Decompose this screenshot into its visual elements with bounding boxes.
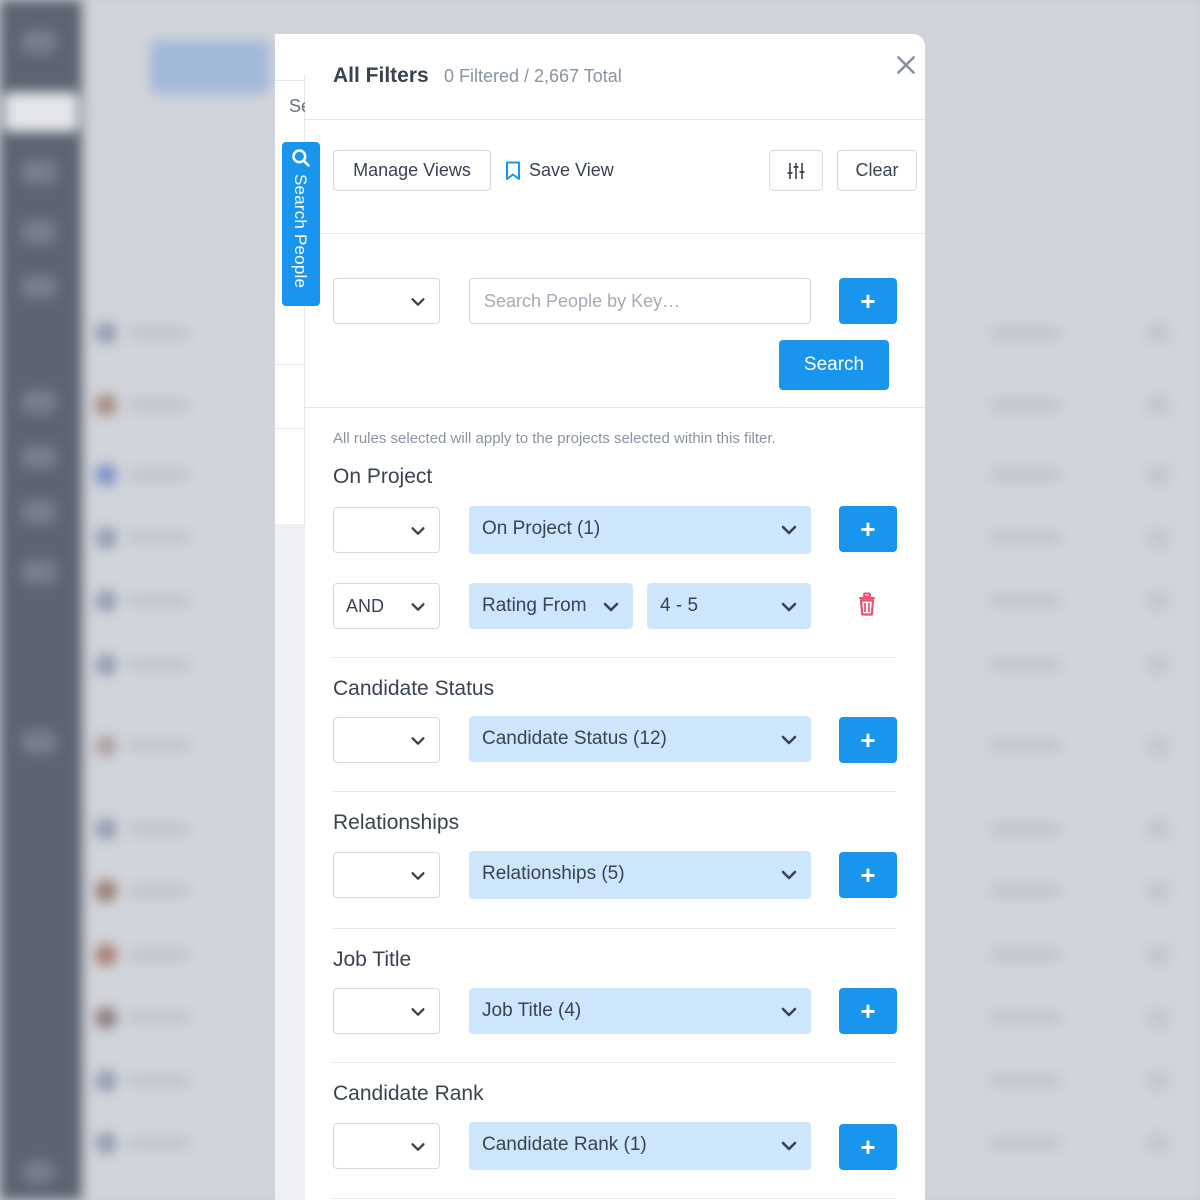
modal-title: All Filters (333, 64, 429, 87)
chevron-down-icon (411, 872, 425, 880)
section-divider (333, 1062, 896, 1063)
chevron-down-icon (411, 527, 425, 535)
sidebar-icon (22, 445, 56, 469)
rule-operator-value: AND (346, 596, 385, 616)
sidebar-active-item (4, 92, 78, 132)
all-filters-modal: All Filters 0 Filtered / 2,667 Total Man… (305, 34, 925, 1200)
section-divider (333, 657, 896, 658)
candidate-status-value: Candidate Status (12) (482, 728, 667, 749)
clear-button[interactable]: Clear (837, 150, 917, 191)
candidate-status-select[interactable]: Candidate Status (12) (469, 716, 811, 762)
sidebar-icon (22, 390, 56, 414)
relationships-select[interactable]: Relationships (5) (469, 851, 811, 899)
sidebar-icon (22, 275, 56, 299)
add-candidate-status-button[interactable]: + (839, 717, 897, 763)
search-people-label: Search People (291, 174, 310, 289)
job-title-select[interactable]: Job Title (4) (469, 988, 811, 1034)
add-candidate-rank-button[interactable]: + (839, 1124, 897, 1170)
rating-from-value: Rating From (482, 595, 587, 616)
chevron-down-icon (781, 602, 797, 612)
candidate-rank-select[interactable]: Candidate Rank (1) (469, 1122, 811, 1170)
chevron-down-icon (781, 1007, 797, 1017)
candidate-status-operator-select[interactable] (333, 717, 440, 763)
chevron-down-icon (411, 298, 425, 306)
candidate-rank-value: Candidate Rank (1) (482, 1134, 647, 1155)
section-title-job-title: Job Title (333, 948, 412, 971)
sidebar-icon (22, 730, 56, 754)
chevron-down-icon (781, 1141, 797, 1151)
section-title-candidate-status: Candidate Status (333, 677, 495, 700)
sidebar-icon (22, 220, 56, 244)
job-title-value: Job Title (4) (482, 1000, 582, 1021)
sliders-icon (787, 162, 805, 179)
chevron-down-icon (411, 603, 425, 611)
filter-toolbar: Manage Views Save View Clear (305, 120, 925, 234)
bookmark-icon (506, 161, 520, 180)
search-people-tab[interactable]: Search People (282, 142, 320, 306)
sidebar-icon (22, 160, 56, 184)
sidebar-icon (22, 500, 56, 524)
filter-note: All rules selected will apply to the pro… (333, 430, 776, 447)
section-divider (333, 928, 896, 929)
section-divider (333, 791, 896, 792)
search-button[interactable]: Search (779, 340, 889, 390)
app-sidebar (0, 0, 82, 1200)
sidebar-icon (22, 30, 56, 54)
rating-range-select[interactable]: 4 - 5 (647, 583, 811, 629)
close-icon[interactable] (893, 52, 919, 78)
rule-operator-select[interactable]: AND (333, 583, 440, 629)
divider (275, 428, 304, 429)
add-search-button[interactable]: + (839, 278, 897, 324)
divider (275, 364, 304, 365)
divider (275, 80, 304, 81)
on-project-value: On Project (1) (482, 518, 601, 539)
chevron-down-icon (411, 1143, 425, 1151)
on-project-select[interactable]: On Project (1) (469, 506, 811, 554)
manage-views-button[interactable]: Manage Views (333, 150, 491, 191)
rating-from-select[interactable]: Rating From (469, 583, 633, 629)
chevron-down-icon (603, 602, 619, 612)
chevron-down-icon (781, 525, 797, 535)
side-panel-search-text: Se (289, 96, 305, 116)
chevron-down-icon (411, 737, 425, 745)
section-title-relationships: Relationships (333, 811, 460, 834)
search-people-input[interactable] (469, 278, 811, 324)
add-relationships-button[interactable]: + (839, 852, 897, 898)
on-project-operator-select[interactable] (333, 507, 440, 553)
search-key-select[interactable] (333, 278, 440, 324)
save-view-button[interactable]: Save View (505, 150, 614, 191)
chevron-down-icon (781, 870, 797, 880)
chevron-down-icon (411, 1008, 425, 1016)
section-title-on-project: On Project (333, 465, 433, 488)
search-area: + Search (305, 234, 925, 408)
trash-icon[interactable] (856, 591, 878, 617)
save-view-label: Save View (529, 160, 614, 180)
chevron-down-icon (781, 735, 797, 745)
sidebar-icon (22, 560, 56, 584)
side-panel-bottom (275, 524, 305, 1200)
bg-button (150, 40, 270, 94)
candidate-rank-operator-select[interactable] (333, 1123, 440, 1169)
rating-range-value: 4 - 5 (660, 595, 699, 616)
add-on-project-button[interactable]: + (839, 506, 897, 552)
relationships-value: Relationships (5) (482, 863, 625, 884)
add-job-title-button[interactable]: + (839, 988, 897, 1034)
relationships-operator-select[interactable] (333, 852, 440, 898)
filter-count: 0 Filtered / 2,667 Total (444, 66, 622, 86)
filter-settings-button[interactable] (769, 150, 823, 191)
search-icon (292, 149, 310, 167)
job-title-operator-select[interactable] (333, 988, 440, 1034)
section-divider (333, 1198, 896, 1199)
modal-header: All Filters 0 Filtered / 2,667 Total (305, 34, 925, 120)
sidebar-avatar (22, 1160, 56, 1184)
section-title-candidate-rank: Candidate Rank (333, 1082, 484, 1105)
